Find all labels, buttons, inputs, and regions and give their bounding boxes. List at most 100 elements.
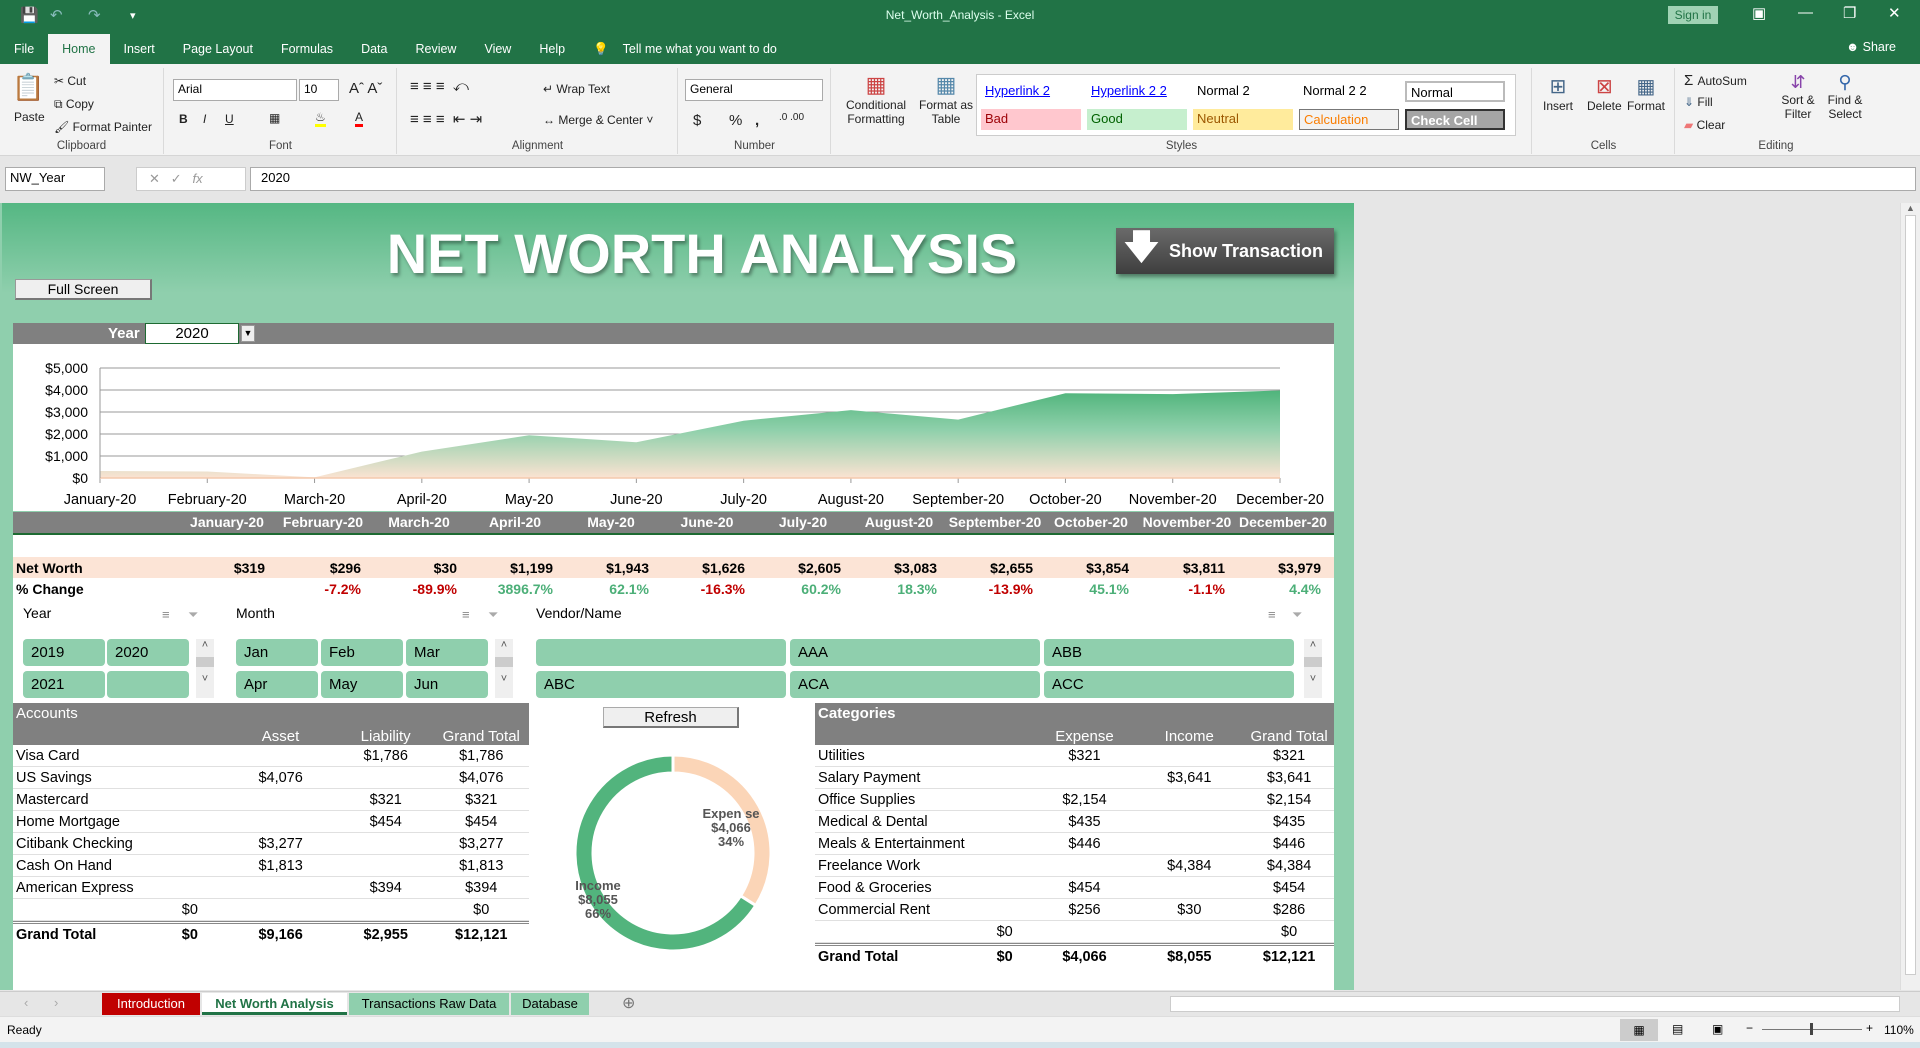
format-button[interactable]: ▦ Format <box>1627 74 1665 113</box>
tab-file[interactable]: File <box>0 34 48 64</box>
tab-insert[interactable]: Insert <box>110 34 169 64</box>
fill-button[interactable]: ⇓ Fill <box>1684 95 1713 109</box>
zoom-in-icon[interactable]: + <box>1866 1021 1873 1035</box>
tab-scroll-left-icon[interactable]: ‹ <box>24 995 28 1010</box>
formula-input[interactable]: 2020 <box>250 167 1916 191</box>
cell-style-6[interactable]: Good <box>1087 109 1187 130</box>
minimize-icon[interactable]: — <box>1798 4 1813 21</box>
cell-style-5[interactable]: Bad <box>981 109 1081 130</box>
year-select[interactable]: 2020 <box>145 323 239 344</box>
name-box[interactable]: NW_Year <box>5 167 105 191</box>
vendor-slicer-item[interactable] <box>536 639 786 666</box>
full-screen-button[interactable]: Full Screen <box>15 279 152 300</box>
vendor-slicer-item[interactable]: ACA <box>790 671 1040 698</box>
currency-button[interactable]: $ <box>693 112 701 129</box>
sort-filter-button[interactable]: ⇵ Sort & Filter <box>1778 72 1818 121</box>
page-layout-view-icon[interactable]: ▤ <box>1672 1022 1683 1036</box>
conditional-formatting-button[interactable]: ▦ Conditional Formatting <box>846 72 906 126</box>
tab-home[interactable]: Home <box>48 34 110 64</box>
sheet-tab[interactable]: Net Worth Analysis <box>202 993 347 1015</box>
month-slicer-item[interactable]: Mar <box>406 639 488 666</box>
zoom-slider[interactable] <box>1762 1023 1862 1035</box>
underline-button[interactable]: U <box>225 112 234 126</box>
tab-page-layout[interactable]: Page Layout <box>169 34 267 64</box>
multi-select-icon[interactable]: ≡ <box>462 607 470 622</box>
percent-button[interactable]: % <box>729 112 742 129</box>
grow-font-icon[interactable]: Aˆ Aˇ <box>349 80 382 97</box>
close-icon[interactable]: ✕ <box>1888 4 1901 22</box>
fill-color-icon[interactable]: ♨ <box>315 110 326 127</box>
insert-button[interactable]: ⊞ Insert <box>1543 74 1573 113</box>
tab-view[interactable]: View <box>470 34 525 64</box>
zoom-out-icon[interactable]: − <box>1746 1021 1753 1035</box>
font-size-select[interactable]: 10 <box>299 79 339 101</box>
clear-filter-icon[interactable]: ⏷ <box>488 607 498 623</box>
slicer-scrollbar[interactable]: ˄ ˅ <box>495 639 513 698</box>
vendor-slicer-item[interactable]: AAA <box>790 639 1040 666</box>
zoom-level[interactable]: 110% <box>1884 1023 1914 1037</box>
new-sheet-icon[interactable]: ⊕ <box>622 993 635 1013</box>
autosum-button[interactable]: Σ AutoSum <box>1684 72 1747 89</box>
clear-filter-icon[interactable]: ⏷ <box>1292 607 1302 623</box>
page-break-view-icon[interactable]: ▣ <box>1712 1022 1723 1036</box>
sign-in-button[interactable]: Sign in <box>1668 6 1718 24</box>
year-slicer-item[interactable]: 2020 <box>107 639 189 666</box>
normal-view-icon[interactable]: ▦ <box>1620 1019 1658 1041</box>
vendor-slicer-item[interactable]: ACC <box>1044 671 1294 698</box>
horizontal-align-icons[interactable]: ≡ ≡ ≡ ⇤ ⇥ <box>410 110 482 128</box>
year-dropdown-icon[interactable]: ▼ <box>241 325 255 342</box>
year-slicer-item[interactable]: 2019 <box>23 639 105 666</box>
cell-style-1[interactable]: Hyperlink 2 2 <box>1087 81 1187 102</box>
italic-button[interactable]: I <box>203 112 206 126</box>
copy-button[interactable]: ⧉ Copy <box>54 97 94 112</box>
merge-center-button[interactable]: ↔ Merge & Center ˅ <box>543 113 653 127</box>
cell-style-4[interactable]: Normal <box>1405 81 1505 102</box>
format-painter-button[interactable]: 🖌 Format Painter <box>54 120 152 134</box>
number-format-select[interactable]: General <box>685 79 823 101</box>
show-transaction-button[interactable]: 🡇 Show Transaction <box>1116 228 1334 274</box>
tab-help[interactable]: Help <box>525 34 579 64</box>
bold-button[interactable]: B <box>179 112 188 126</box>
slicer-scrollbar[interactable]: ˄ ˅ <box>196 639 214 698</box>
font-name-select[interactable]: Arial <box>173 79 297 101</box>
cell-style-9[interactable]: Check Cell <box>1405 109 1505 130</box>
month-slicer-item[interactable]: Jan <box>236 639 318 666</box>
vertical-scrollbar[interactable]: ▲ <box>1900 203 1920 990</box>
clear-filter-icon[interactable]: ⏷ <box>188 607 198 623</box>
find-select-button[interactable]: ⚲ Find & Select <box>1824 72 1866 121</box>
slicer-scrollbar[interactable]: ˄ ˅ <box>1304 639 1322 698</box>
scroll-up-icon[interactable]: ▲ <box>1901 203 1920 213</box>
cell-style-8[interactable]: Calculation <box>1299 109 1399 130</box>
vendor-slicer-item[interactable]: ABC <box>536 671 786 698</box>
font-color-icon[interactable]: A <box>355 110 364 127</box>
sheet-tab[interactable]: Database <box>511 993 589 1015</box>
ribbon-display-icon[interactable]: ▣ <box>1752 4 1766 22</box>
enter-icon[interactable]: ✓ <box>171 171 182 186</box>
clear-button[interactable]: ▰ Clear <box>1684 118 1725 132</box>
multi-select-icon[interactable]: ≡ <box>1268 607 1276 622</box>
month-slicer-item[interactable]: May <box>321 671 403 698</box>
cell-style-0[interactable]: Hyperlink 2 <box>981 81 1081 102</box>
tab-review[interactable]: Review <box>401 34 470 64</box>
comma-button[interactable]: , <box>755 112 759 129</box>
cut-button[interactable]: ✂ Cut <box>54 74 86 88</box>
fx-icon[interactable]: fx <box>193 171 203 186</box>
tab-scroll-right-icon[interactable]: › <box>54 995 58 1010</box>
vendor-slicer-item[interactable]: ABB <box>1044 639 1294 666</box>
borders-icon[interactable]: ▦ <box>269 111 280 125</box>
tab-data[interactable]: Data <box>347 34 401 64</box>
scroll-thumb[interactable] <box>1905 215 1916 975</box>
cell-style-3[interactable]: Normal 2 2 <box>1299 81 1399 102</box>
decimal-icons[interactable]: .0 .00 <box>779 112 804 123</box>
cell-style-7[interactable]: Neutral <box>1193 109 1293 130</box>
tell-me-search[interactable]: Tell me what you want to do <box>623 34 791 64</box>
sheet-tab[interactable]: Introduction <box>102 993 200 1015</box>
cancel-icon[interactable]: ✕ <box>149 171 160 186</box>
year-slicer-item[interactable]: 2021 <box>23 671 105 698</box>
cell-style-2[interactable]: Normal 2 <box>1193 81 1293 102</box>
multi-select-icon[interactable]: ≡ <box>162 607 170 622</box>
vertical-align-icons[interactable]: ≡ ≡ ≡ ⤺ <box>410 78 469 95</box>
share-button[interactable]: ☻ Share <box>1846 40 1896 54</box>
month-slicer-item[interactable]: Feb <box>321 639 403 666</box>
delete-button[interactable]: ⊠ Delete <box>1587 74 1622 113</box>
